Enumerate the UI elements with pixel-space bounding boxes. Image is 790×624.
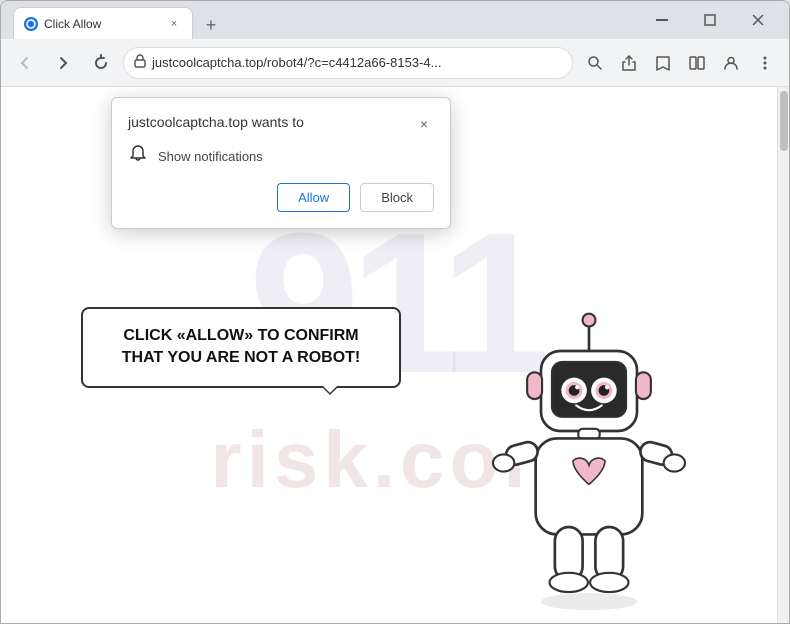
lock-icon: [134, 54, 146, 71]
tab-favicon: [24, 17, 38, 31]
maximize-button[interactable]: [687, 1, 733, 39]
refresh-button[interactable]: [85, 47, 117, 79]
window-controls: [639, 1, 781, 39]
tab-bar: Click Allow × +: [9, 1, 635, 39]
address-bar[interactable]: justcoolcaptcha.top/robot4/?c=c4412a66-8…: [123, 47, 573, 79]
tab-title: Click Allow: [44, 17, 160, 31]
nav-right-icons: [579, 47, 781, 79]
popup-notification-row: Show notifications: [128, 144, 434, 169]
speech-bubble: CLICK «ALLOW» TO CONFIRM THAT YOU ARE NO…: [81, 307, 401, 388]
notification-label: Show notifications: [158, 149, 263, 164]
robot-illustration: [469, 303, 709, 623]
allow-button[interactable]: Allow: [277, 183, 350, 212]
navigation-bar: justcoolcaptcha.top/robot4/?c=c4412a66-8…: [1, 39, 789, 87]
bookmark-icon-button[interactable]: [647, 47, 679, 79]
popup-buttons: Allow Block: [128, 183, 434, 212]
browser-window: Click Allow × +: [0, 0, 790, 624]
search-icon-button[interactable]: [579, 47, 611, 79]
scrollbar[interactable]: [777, 87, 789, 623]
menu-icon-button[interactable]: [749, 47, 781, 79]
popup-title: justcoolcaptcha.top wants to: [128, 114, 304, 130]
close-button[interactable]: [735, 1, 781, 39]
scrollbar-thumb[interactable]: [780, 91, 788, 151]
speech-text: CLICK «ALLOW» TO CONFIRM THAT YOU ARE NO…: [122, 327, 361, 366]
block-button[interactable]: Block: [360, 183, 434, 212]
popup-close-button[interactable]: ×: [414, 114, 434, 134]
popup-header: justcoolcaptcha.top wants to ×: [128, 114, 434, 134]
title-bar: Click Allow × +: [1, 1, 789, 39]
active-tab[interactable]: Click Allow ×: [13, 7, 193, 39]
page-content: 911 risk.com justcoolcaptcha.top wants t…: [1, 87, 789, 623]
back-button[interactable]: [9, 47, 41, 79]
share-icon-button[interactable]: [613, 47, 645, 79]
profile-icon-button[interactable]: [715, 47, 747, 79]
forward-button[interactable]: [47, 47, 79, 79]
minimize-button[interactable]: [639, 1, 685, 39]
tab-close-button[interactable]: ×: [166, 16, 182, 32]
bell-icon: [128, 144, 148, 169]
new-tab-button[interactable]: +: [197, 11, 225, 39]
split-view-button[interactable]: [681, 47, 713, 79]
robot-container: [469, 303, 709, 623]
address-text: justcoolcaptcha.top/robot4/?c=c4412a66-8…: [152, 55, 562, 70]
notification-popup: justcoolcaptcha.top wants to × Show noti…: [111, 97, 451, 229]
